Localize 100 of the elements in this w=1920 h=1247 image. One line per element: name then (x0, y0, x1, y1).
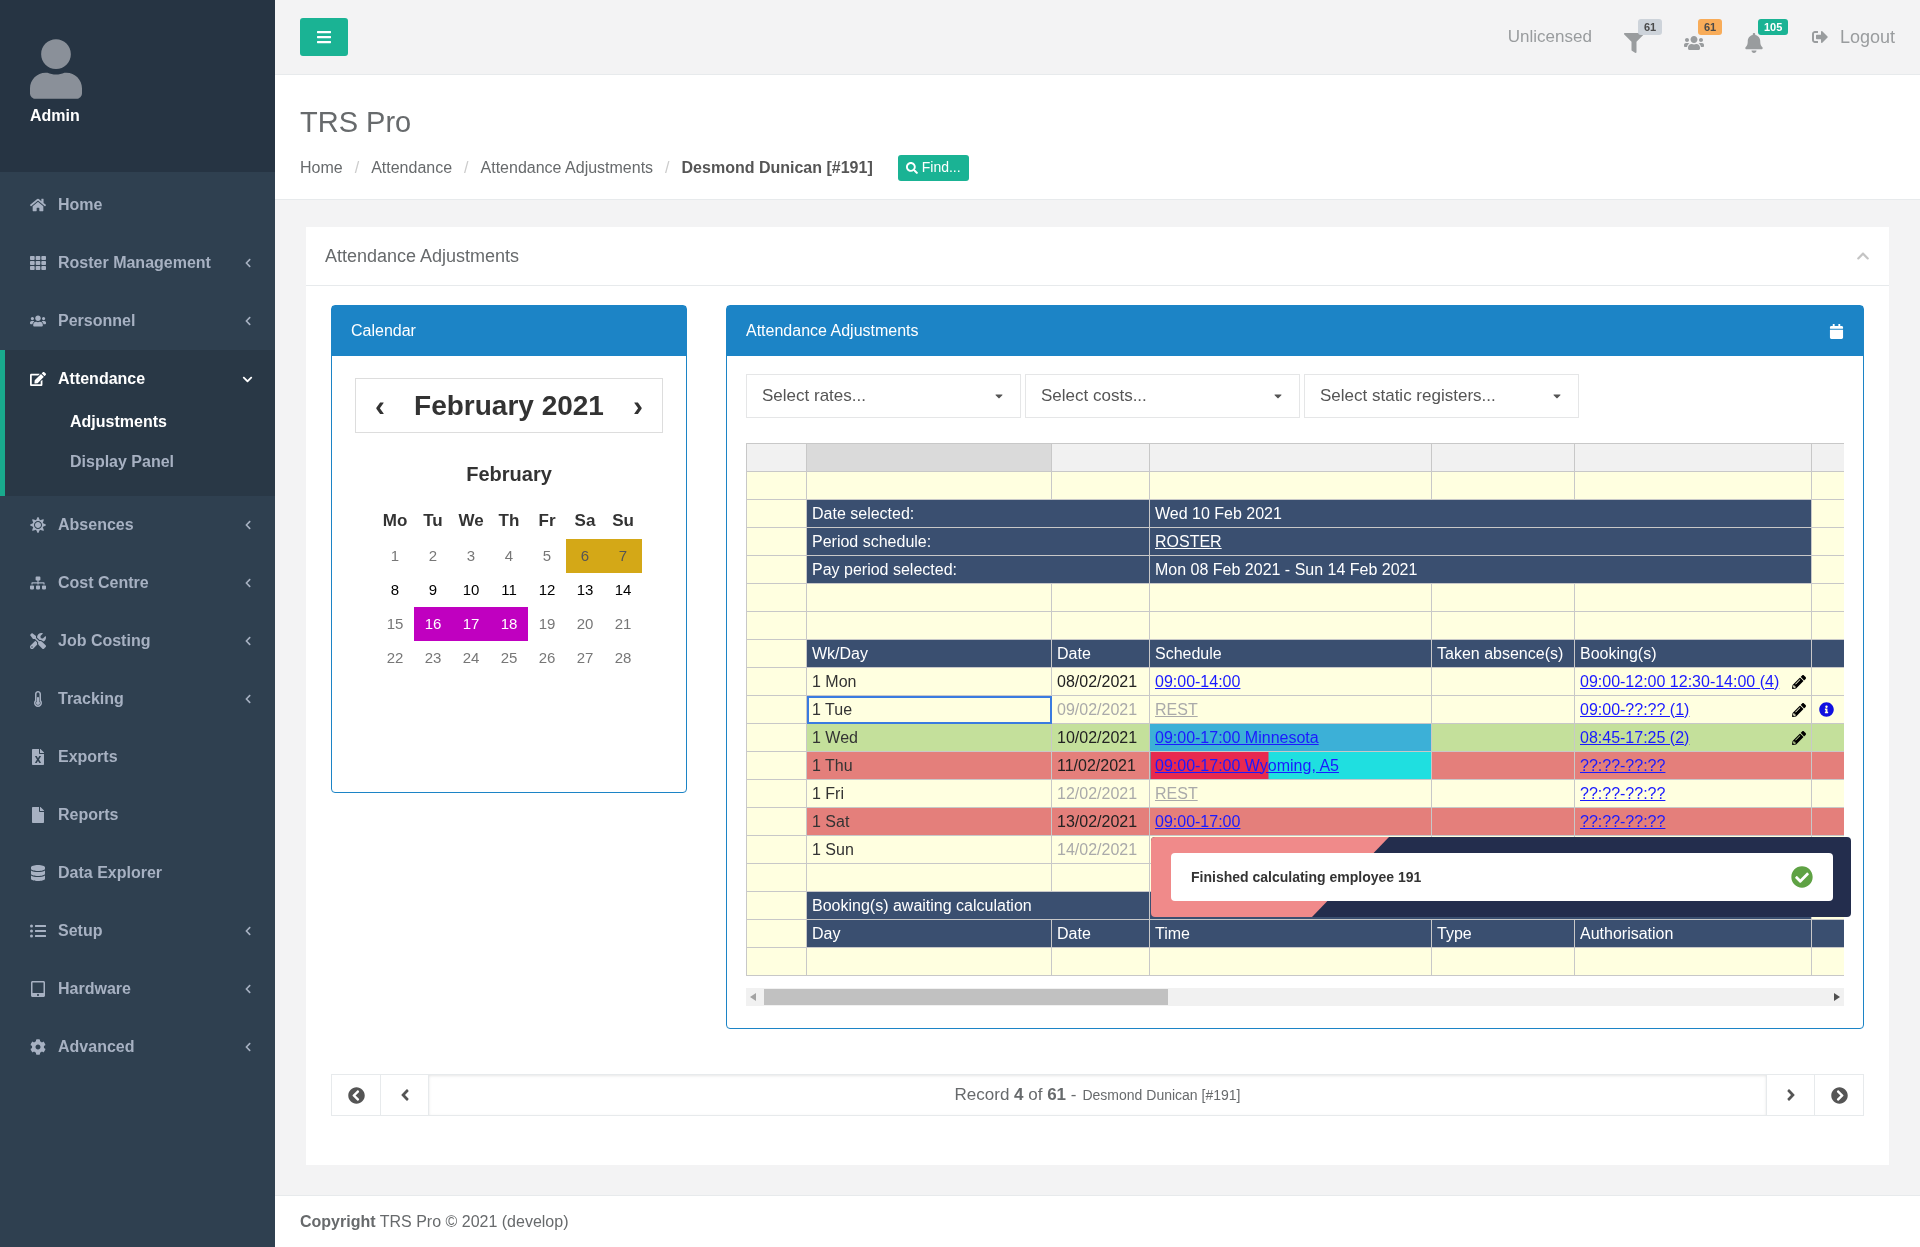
booking-link[interactable]: 08:45-17:25 (2) (1580, 725, 1690, 750)
horizontal-scrollbar[interactable] (746, 988, 1844, 1006)
info-label: Period schedule: (806, 527, 1150, 556)
breadcrumb-item[interactable]: Home (300, 155, 343, 180)
booking-link[interactable]: ??:??-??:?? (1580, 809, 1666, 834)
breadcrumb-item[interactable]: Attendance Adjustments (480, 155, 654, 180)
nav-item[interactable]: Job Costing (5, 612, 275, 670)
calendar-day[interactable]: 26 (528, 641, 566, 675)
schedule-link[interactable]: 09:00-14:00 (1155, 672, 1241, 690)
nav-item[interactable]: Setup (5, 902, 275, 960)
booking-link[interactable]: ??:??-??:?? (1580, 753, 1666, 778)
calendar-day[interactable]: 24 (452, 641, 490, 675)
calendar-day[interactable]: 9 (414, 573, 452, 607)
booking-link[interactable]: 09:00-12:00 12:30-14:00 (4) (1580, 669, 1780, 694)
calendar-day[interactable]: 11 (490, 573, 528, 607)
pencil-icon[interactable] (1792, 674, 1806, 689)
calendar-day[interactable]: 15 (376, 607, 414, 641)
info-value: Mon 08 Feb 2021 - Sun 14 Feb 2021 (1155, 560, 1418, 578)
calendar-day[interactable]: 23 (414, 641, 452, 675)
calendar-day[interactable]: 4 (490, 539, 528, 573)
nav-item[interactable]: Roster Management (5, 234, 275, 292)
table-cell: 10/02/2021 (1051, 723, 1150, 752)
filter-icon[interactable] (1623, 33, 1644, 53)
toast-message: Finished calculating employee 191 (1191, 867, 1423, 887)
tools-icon (30, 633, 46, 649)
chevron-left-icon (243, 1042, 253, 1052)
scrollbar-thumb[interactable] (764, 989, 1168, 1005)
panel-header: Calendar (332, 306, 686, 356)
calendar-day[interactable]: 17 (452, 607, 490, 641)
logout-link[interactable]: Logout (1811, 23, 1895, 51)
info-label: Pay period selected: (806, 555, 1150, 584)
pencil-icon[interactable] (1792, 730, 1806, 745)
info-value: Wed 10 Feb 2021 (1155, 504, 1282, 522)
home-icon (30, 197, 46, 213)
calendar-day[interactable]: 13 (566, 573, 604, 607)
nav-item[interactable]: Home (5, 176, 275, 234)
nav-item[interactable]: Data Explorer (5, 844, 275, 902)
dropdown-select[interactable]: Select static registers... (1304, 374, 1579, 418)
schedule-link[interactable]: ROSTER (1155, 532, 1222, 550)
scroll-right-icon[interactable] (1834, 993, 1840, 1001)
calendar-day[interactable]: 28 (604, 641, 642, 675)
find-button[interactable]: Find... (897, 154, 969, 181)
calendar-day[interactable]: 14 (604, 573, 642, 607)
table-cell[interactable]: 1 Sat (806, 807, 1052, 836)
column-header: Wk/Day (806, 639, 1052, 668)
users-icon (30, 313, 46, 329)
calendar-day[interactable]: 12 (528, 573, 566, 607)
nav-item[interactable]: Absences (5, 496, 275, 554)
previous-month-button[interactable]: ‹ (370, 390, 390, 421)
calendar-day[interactable]: 21 (604, 607, 642, 641)
next-month-button[interactable]: › (628, 390, 648, 421)
bell-icon[interactable] (1743, 33, 1764, 53)
breadcrumb-item[interactable]: Attendance (371, 155, 453, 180)
calendar-day[interactable]: 2 (414, 539, 452, 573)
pencil-icon[interactable] (1792, 702, 1806, 717)
calendar-day[interactable]: 5 (528, 539, 566, 573)
nav-item[interactable]: Tracking (5, 670, 275, 728)
booking-link[interactable]: ??:??-??:?? (1580, 781, 1666, 806)
schedule-link[interactable]: 09:00-17:00 (1155, 812, 1241, 830)
weekday-label: Tu (422, 510, 444, 533)
calendar-day[interactable]: 1 (376, 539, 414, 573)
calendar-day[interactable]: 3 (452, 539, 490, 573)
nav-subitem[interactable]: Display Panel (5, 442, 275, 482)
scroll-left-icon[interactable] (750, 993, 756, 1001)
table-cell[interactable]: 1 Mon (806, 667, 1052, 696)
users-icon[interactable] (1683, 33, 1704, 53)
column-header: Schedule (1149, 639, 1432, 668)
calendar-day[interactable]: 8 (376, 573, 414, 607)
table-cell[interactable]: 1 Fri (806, 779, 1052, 808)
calendar-icon[interactable] (1829, 323, 1844, 339)
chevron-left-icon (243, 520, 253, 530)
calendar-day[interactable]: 22 (376, 641, 414, 675)
table-cell: 08/02/2021 (1051, 667, 1150, 696)
table-cell[interactable]: 1 Thu (806, 751, 1052, 780)
table-cell[interactable]: 1 Tue (806, 695, 1052, 724)
calendar-day[interactable]: 27 (566, 641, 604, 675)
table-cell: 11/02/2021 (1051, 751, 1150, 780)
nav-item[interactable]: Cost Centre (5, 554, 275, 612)
nav-item[interactable]: Hardware (5, 960, 275, 1018)
calendar-day[interactable]: 19 (528, 607, 566, 641)
calendar-day[interactable]: 25 (490, 641, 528, 675)
calendar-day[interactable]: 18 (490, 607, 528, 641)
menu-button[interactable] (300, 18, 348, 56)
dropdown-select[interactable]: Select rates... (746, 374, 1021, 418)
employee-name: Desmond Dunican [#191] (1082, 1085, 1241, 1105)
schedule-link[interactable]: 09:00-17:00 Minnesota (1155, 728, 1319, 746)
calendar-day[interactable]: 16 (414, 607, 452, 641)
table-cell[interactable]: 1 Sun (806, 835, 1052, 864)
calendar-day[interactable]: 6 (566, 539, 604, 573)
breadcrumb-separator: / (464, 157, 469, 178)
info-icon[interactable] (1819, 702, 1834, 717)
table-cell[interactable]: 1 Wed (806, 723, 1052, 752)
calendar-day[interactable]: 10 (452, 573, 490, 607)
nav-item[interactable]: Advanced (5, 1018, 275, 1076)
nav-item[interactable]: Personnel (5, 292, 275, 350)
calendar-day[interactable]: 7 (604, 539, 642, 573)
calendar-day[interactable]: 20 (566, 607, 604, 641)
nav-item[interactable]: Reports (5, 786, 275, 844)
nav-item[interactable]: Exports (5, 728, 275, 786)
dropdown-select[interactable]: Select costs... (1025, 374, 1300, 418)
